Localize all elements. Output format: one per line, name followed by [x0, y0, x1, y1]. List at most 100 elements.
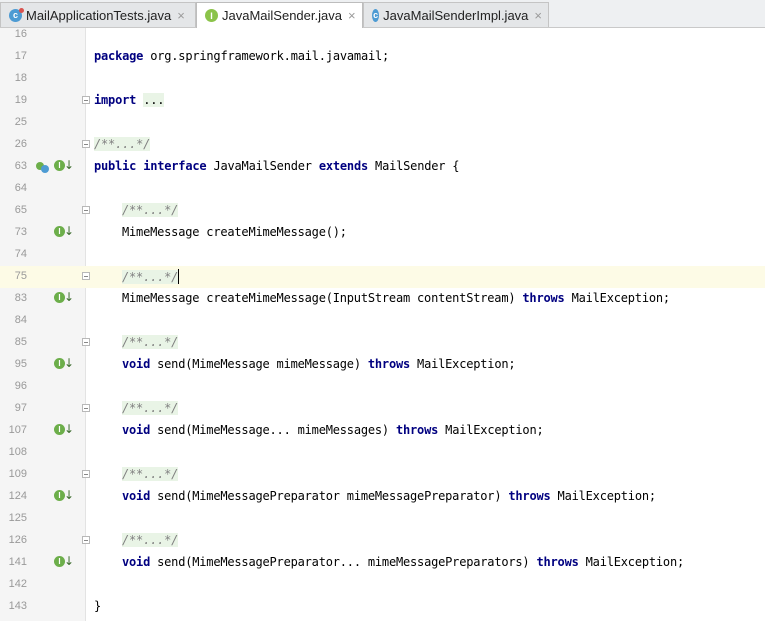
- fold-toggle[interactable]: [82, 404, 90, 412]
- arrow-down-icon[interactable]: ↓: [64, 356, 74, 370]
- code-line[interactable]: 143}: [0, 596, 765, 618]
- line-number: 125: [8, 512, 27, 524]
- code-token: MailException;: [550, 489, 657, 503]
- keyword-token: package: [94, 49, 144, 63]
- arrow-down-icon[interactable]: ↓: [64, 488, 74, 502]
- keyword-token: throws: [536, 555, 579, 569]
- code-editor[interactable]: 16 17 package org.springframework.mail.jav…: [0, 28, 765, 621]
- code-text: /**...*/: [94, 137, 150, 151]
- tab-label: MailApplicationTests.java: [26, 7, 172, 23]
- arrow-down-icon[interactable]: ↓: [64, 158, 74, 172]
- code-text: void send(MimeMessagePreparator mimeMess…: [122, 489, 656, 503]
- line-number: 26: [14, 138, 27, 150]
- line-number: 16: [14, 28, 27, 40]
- fold-toggle[interactable]: [82, 338, 90, 346]
- folded-comment[interactable]: /**...*/: [122, 401, 178, 415]
- line-number: 85: [14, 336, 27, 348]
- code-line[interactable]: 65 /**...*/: [0, 200, 765, 222]
- close-icon[interactable]: ×: [534, 8, 542, 23]
- code-line[interactable]: 75 /**...*/: [0, 266, 765, 288]
- line-number: 83: [14, 292, 27, 304]
- folded-comment[interactable]: /**...*/: [122, 203, 178, 217]
- close-icon[interactable]: ×: [348, 8, 356, 23]
- code-line[interactable]: 109 /**...*/: [0, 464, 765, 486]
- class-test-icon: c: [9, 7, 24, 22]
- folded-comment[interactable]: /**...*/: [122, 335, 178, 349]
- code-text: void send(MimeMessage mimeMessage) throw…: [122, 357, 516, 371]
- code-token: JavaMailSender: [206, 159, 319, 173]
- code-text: MimeMessage createMimeMessage();: [122, 225, 347, 239]
- arrow-down-icon[interactable]: ↓: [64, 290, 74, 304]
- code-line[interactable]: 26 /**...*/: [0, 134, 765, 156]
- code-line[interactable]: 142: [0, 574, 765, 596]
- line-number: 84: [14, 314, 27, 326]
- code-line[interactable]: 16: [0, 24, 765, 46]
- folded-comment[interactable]: /**...*/: [122, 467, 178, 481]
- spring-bean-icon[interactable]: [35, 159, 49, 173]
- line-number: 142: [8, 578, 27, 590]
- keyword-token: throws: [395, 423, 439, 437]
- code-line[interactable]: 25: [0, 112, 765, 134]
- code-line[interactable]: 74: [0, 244, 765, 266]
- code-line[interactable]: 73 I ↓ MimeMessage createMimeMessage();: [0, 222, 765, 244]
- keyword-token: interface: [143, 159, 207, 173]
- arrow-down-icon[interactable]: ↓: [64, 554, 74, 568]
- arrow-down-icon[interactable]: ↓: [64, 422, 74, 436]
- arrow-down-icon[interactable]: ↓: [64, 224, 74, 238]
- keyword-token: public: [94, 159, 137, 173]
- line-number: 64: [14, 182, 27, 194]
- keyword-token: throws: [522, 291, 565, 305]
- tab-label: JavaMailSender.java: [222, 8, 342, 23]
- line-number: 143: [8, 600, 27, 612]
- code-token: MimeMessage createMimeMessage(InputStrea…: [122, 291, 523, 305]
- folded-region[interactable]: ...: [143, 93, 164, 107]
- line-number: 95: [14, 358, 27, 370]
- code-line[interactable]: 64: [0, 178, 765, 200]
- code-line[interactable]: 141 I ↓ void send(MimeMessagePreparator... …: [0, 552, 765, 574]
- fold-toggle[interactable]: [82, 272, 90, 280]
- fold-toggle[interactable]: [82, 140, 90, 148]
- line-number: 124: [8, 490, 27, 502]
- code-line[interactable]: 124 I ↓ void send(MimeMessagePreparator mim…: [0, 486, 765, 508]
- code-line[interactable]: 95 I ↓ void send(MimeMessage mimeMessage) t…: [0, 354, 765, 376]
- code-token: MailException;: [410, 357, 516, 371]
- code-line[interactable]: 108: [0, 442, 765, 464]
- code-line[interactable]: 97 /**...*/: [0, 398, 765, 420]
- fold-toggle[interactable]: [82, 206, 90, 214]
- code-line[interactable]: 84: [0, 310, 765, 332]
- code-line[interactable]: 19 import ...: [0, 90, 765, 112]
- code-line[interactable]: 63 I ↓ public interface JavaMailSender exte…: [0, 156, 765, 178]
- fold-toggle[interactable]: [82, 470, 90, 478]
- code-token: MailSender {: [368, 159, 460, 173]
- code-line[interactable]: 96: [0, 376, 765, 398]
- folded-comment[interactable]: /**...*/: [122, 270, 178, 284]
- class-icon: c: [372, 8, 380, 22]
- code-line[interactable]: 107 I ↓ void send(MimeMessage... mimeMessag…: [0, 420, 765, 442]
- fold-toggle[interactable]: [82, 96, 90, 104]
- code-text: import ...: [94, 93, 164, 107]
- code-text: package org.springframework.mail.javamai…: [94, 49, 389, 63]
- keyword-token: void: [122, 423, 151, 437]
- fold-toggle[interactable]: [82, 536, 90, 544]
- code-line[interactable]: 126 /**...*/: [0, 530, 765, 552]
- code-line[interactable]: 125: [0, 508, 765, 530]
- code-token: MailException;: [438, 423, 544, 437]
- interface-icon: I: [205, 9, 218, 22]
- folded-comment[interactable]: /**...*/: [122, 533, 178, 547]
- folded-comment[interactable]: /**...*/: [94, 137, 150, 151]
- code-line[interactable]: 83 I ↓ MimeMessage createMimeMessage(InputS…: [0, 288, 765, 310]
- code-line[interactable]: 85 /**...*/: [0, 332, 765, 354]
- close-icon[interactable]: ×: [177, 8, 185, 23]
- line-number: 107: [8, 424, 27, 436]
- code-text: /**...*/: [122, 401, 178, 415]
- code-line[interactable]: 17 package org.springframework.mail.javam…: [0, 46, 765, 68]
- keyword-token: extends: [318, 159, 369, 173]
- code-text: void send(MimeMessagePreparator... mimeM…: [122, 555, 684, 569]
- code-text: /**...*/: [122, 335, 178, 349]
- code-token: MailException;: [564, 291, 671, 305]
- code-line[interactable]: 18: [0, 68, 765, 90]
- line-number: 19: [14, 94, 27, 106]
- code-token: send(MimeMessage mimeMessage): [150, 357, 368, 371]
- code-text: public interface JavaMailSender extends …: [94, 159, 460, 173]
- line-number: 109: [8, 468, 27, 480]
